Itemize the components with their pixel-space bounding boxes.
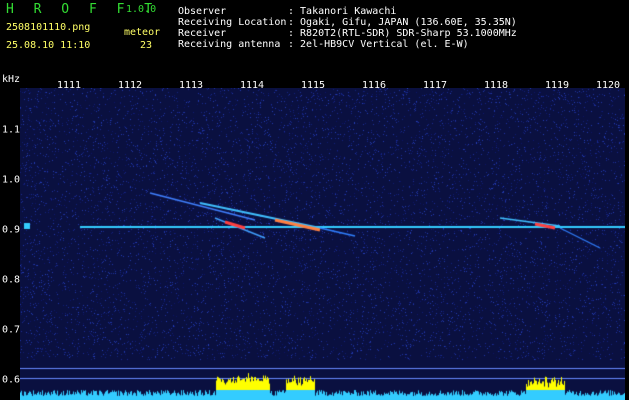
- antenna-label: Receiving antenna: [178, 39, 281, 50]
- app-version: 1.0.0: [126, 4, 157, 15]
- y-tick-label: 0.9: [2, 224, 21, 236]
- y-tick-label: 1.1: [2, 124, 21, 136]
- y-axis-unit: kHz: [2, 74, 21, 85]
- header-panel: H R O F F T 1.0.0 2508101110.png 25.08.1…: [0, 0, 629, 72]
- antenna-value: : 2el-HB9CV Vertical (el. E-W): [288, 39, 469, 50]
- meteor-count: 23: [140, 40, 153, 51]
- date-time: 25.08.10 11:10: [6, 40, 91, 51]
- y-tick-label: 0.8: [2, 274, 21, 286]
- y-tick-label: 1.0: [2, 174, 21, 186]
- y-tick-label: 0.6: [2, 374, 21, 386]
- file-name: 2508101110.png: [6, 22, 91, 33]
- y-tick-label: 0.7: [2, 324, 21, 336]
- meteor-label: meteor: [124, 27, 161, 38]
- spectrogram-canvas: [20, 88, 625, 400]
